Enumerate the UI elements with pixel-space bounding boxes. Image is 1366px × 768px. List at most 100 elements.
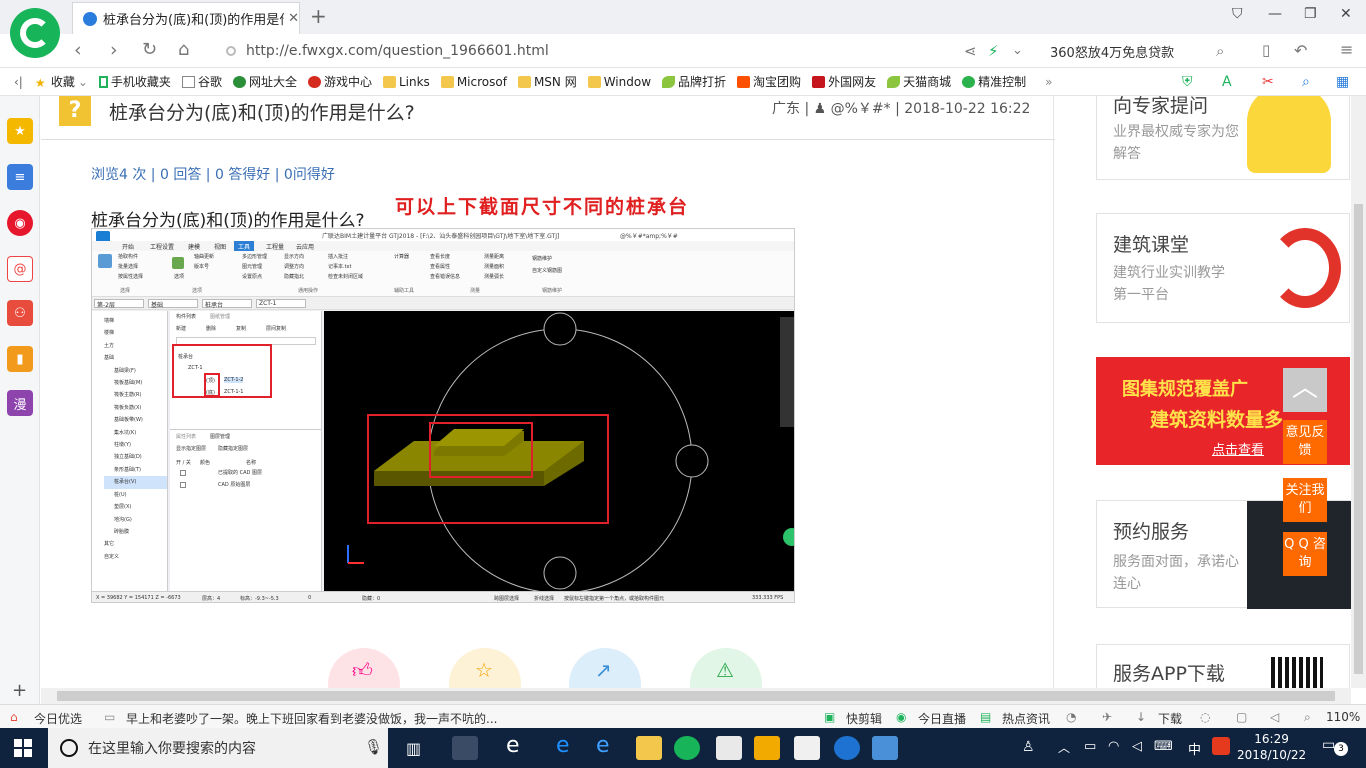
gtj-ribbon-item[interactable]: 计算器 — [394, 253, 409, 260]
bookmark-item[interactable]: 游戏中心 — [307, 73, 372, 90]
bookmark-item[interactable]: 淘宝团购 — [737, 73, 801, 90]
shirt-icon[interactable]: ⛉ — [1232, 6, 1243, 22]
app-glodon-icon[interactable] — [834, 736, 860, 760]
nav-tree-item-selected[interactable]: 桩承台(V) — [104, 476, 167, 489]
gtj-ribbon-item[interactable]: 自定义钢筋图 — [532, 267, 562, 274]
app-pinwheel-icon[interactable] — [452, 736, 478, 760]
nav-tree-item[interactable]: 柱墩(Y) — [104, 439, 167, 451]
gtj-ribbon-item[interactable]: 多边形管理 — [242, 253, 267, 260]
gtj-ribbon-item[interactable]: 版本号 — [194, 263, 209, 270]
gtj-ribbon-item[interactable]: 拾取构件 — [118, 253, 138, 260]
bookmark-item[interactable]: Microsof — [440, 75, 507, 89]
shield-icon[interactable]: ⛨ — [1182, 74, 1193, 90]
windows-start-icon[interactable] — [14, 739, 32, 757]
news-icon[interactable]: ≡ — [7, 164, 33, 190]
gtj-tab[interactable]: 建模 — [188, 242, 200, 251]
url-field[interactable]: http://e.fwxgx.com/question_1966601.html — [226, 40, 946, 62]
back-icon[interactable]: ‹ — [74, 39, 82, 61]
horizontal-scrollbar[interactable] — [41, 688, 1351, 704]
speaker-icon[interactable]: ◁ — [1132, 739, 1142, 754]
gtj-tab[interactable]: 工程设置 — [150, 242, 174, 251]
window-icon[interactable]: ▢ — [1236, 710, 1247, 724]
ad-link[interactable]: 点击查看 — [1212, 439, 1264, 458]
favorite-button[interactable]: ☆ — [449, 648, 521, 688]
report-button[interactable]: ⚠ — [690, 648, 762, 688]
gtj-lower-tab[interactable]: 图层管理 — [210, 433, 230, 440]
gtj-type-select[interactable]: 基础 — [148, 299, 198, 309]
app-explorer-icon[interactable] — [636, 736, 662, 760]
nav-tree-item[interactable]: 基础梁(F) — [104, 365, 167, 377]
gtj-ribbon-item[interactable]: 隐藏指北 — [284, 273, 304, 280]
browser-tab[interactable]: 桩承台分为(底)和(顶)的作用是什... ✕ — [72, 2, 300, 34]
bookmark-item[interactable]: 手机收藏夹 — [98, 73, 171, 90]
browser-logo-icon[interactable] — [10, 8, 60, 58]
like-button[interactable]: 👍︎ — [328, 648, 400, 688]
gtj-ribbon-item[interactable]: 显示方向 — [284, 253, 304, 260]
menu-icon[interactable]: ≡ — [1340, 40, 1353, 59]
share-icon[interactable]: ⋖ — [964, 42, 977, 60]
bookmark-item[interactable]: 谷歌 — [181, 73, 222, 90]
gtj-panel-tab[interactable]: 构件列表 — [176, 313, 196, 320]
gtj-options-icon[interactable] — [172, 257, 184, 269]
gtj-ribbon-item[interactable]: 插入批注 — [328, 253, 348, 260]
gtj-select-icon[interactable] — [98, 254, 112, 268]
nav-tree-item[interactable]: 基础 — [104, 352, 167, 364]
gtj-3d-viewport[interactable] — [324, 311, 795, 594]
close-window-icon[interactable]: ✕ — [1340, 6, 1352, 22]
nav-tree-item[interactable]: 土方 — [104, 340, 167, 352]
bookmark-item[interactable]: Window — [587, 75, 651, 89]
course-card[interactable]: 建筑课堂 建筑行业实训教学第一平台 — [1096, 213, 1350, 323]
gtj-ribbon-item[interactable]: 批量选择 — [118, 263, 138, 270]
microphone-icon[interactable]: 🎙︎ — [364, 738, 383, 756]
hot-news[interactable]: 热点资讯 — [1002, 710, 1050, 727]
nav-tree-item[interactable]: 垫层(X) — [104, 501, 167, 513]
news-ticker[interactable]: 早上和老婆吵了一架。晚上下班回家看到老婆没做饭，我一声不吭的... — [126, 710, 506, 727]
gtj-show-layer-button[interactable]: 显示指定图层 — [176, 445, 206, 452]
weibo-icon[interactable]: ◉ — [7, 210, 33, 236]
ime-indicator[interactable]: 中 — [1188, 739, 1201, 758]
feedback-button[interactable]: 意见反馈 — [1283, 420, 1327, 464]
gtj-tab[interactable]: 视图 — [214, 242, 226, 251]
viewport-float-icon[interactable] — [783, 528, 795, 546]
gtj-ribbon-item[interactable]: 轴曲更新 — [194, 253, 214, 260]
quick-clip[interactable]: 快剪辑 — [846, 710, 882, 727]
app-ie-icon[interactable]: e — [596, 733, 622, 758]
question-image[interactable]: 广联达BIM土建计量平台 GTJ2018 - [F:\2、汕头泰盛科创园项目\G… — [91, 228, 795, 603]
gtj-ribbon-item[interactable]: 查看错误信息 — [430, 273, 460, 280]
vertical-scrollbar[interactable] — [1351, 96, 1366, 688]
add-sidebar-icon[interactable]: + — [12, 680, 27, 701]
bookmark-item[interactable]: 品牌打折 — [662, 73, 726, 90]
gtj-ribbon-item[interactable]: 测量面积 — [484, 263, 504, 270]
gtj-ribbon-item[interactable]: 选项 — [174, 273, 184, 280]
zoom-level[interactable]: 110% — [1326, 710, 1360, 724]
app-download-card[interactable]: 服务APP下载 — [1096, 644, 1350, 688]
nav-tree-item[interactable]: 砖胎膜 — [104, 526, 167, 538]
chevron-down-icon[interactable]: ⌄ — [1012, 43, 1023, 58]
qq-consult-button[interactable]: Q Q 咨询 — [1283, 532, 1327, 576]
keyboard-icon[interactable]: ⌨ — [1154, 739, 1173, 754]
gtj-floor-copy-button[interactable]: 层间复制 — [266, 325, 286, 332]
bookmark-item[interactable]: 天猫商城 — [887, 73, 951, 90]
downloads[interactable]: 下载 — [1158, 710, 1182, 727]
cleanup-icon[interactable]: ◌ — [1200, 710, 1210, 724]
gtj-ribbon-item[interactable]: 检查未封闭区域 — [328, 273, 363, 280]
app-help-icon[interactable] — [794, 736, 820, 760]
gtj-tab[interactable]: 开始 — [122, 242, 134, 251]
favorites-star-icon[interactable]: ★ — [7, 118, 33, 144]
gtj-tab[interactable]: 云应用 — [296, 242, 314, 251]
tray-up-icon[interactable]: ︿ — [1058, 739, 1070, 756]
home-icon[interactable]: ⌂ — [178, 39, 189, 60]
nav-tree-item[interactable]: 集水坑(K) — [104, 427, 167, 439]
gtj-ribbon-item[interactable]: 记事本.txt — [328, 263, 351, 270]
wifi-icon[interactable]: ◠ — [1108, 739, 1119, 754]
nav-tree-item[interactable]: 其它 — [104, 538, 167, 550]
mail-icon[interactable]: @ — [7, 256, 33, 282]
system-clock[interactable]: 16:29 2018/10/22 — [1237, 731, 1306, 763]
gtj-floor-select[interactable]: 第-2层 — [94, 299, 144, 309]
nav-tree-item[interactable]: 筏板主筋(R) — [104, 389, 167, 401]
gtj-component-select[interactable]: 桩承台 — [202, 299, 252, 309]
gtj-layer-checkbox[interactable] — [180, 482, 186, 488]
search-suggestion[interactable]: 360怒放4万免息贷款 — [1050, 42, 1174, 61]
refresh-icon[interactable]: ↻ — [142, 39, 157, 60]
nav-tree-item[interactable]: 筏板负筋(X) — [104, 402, 167, 414]
